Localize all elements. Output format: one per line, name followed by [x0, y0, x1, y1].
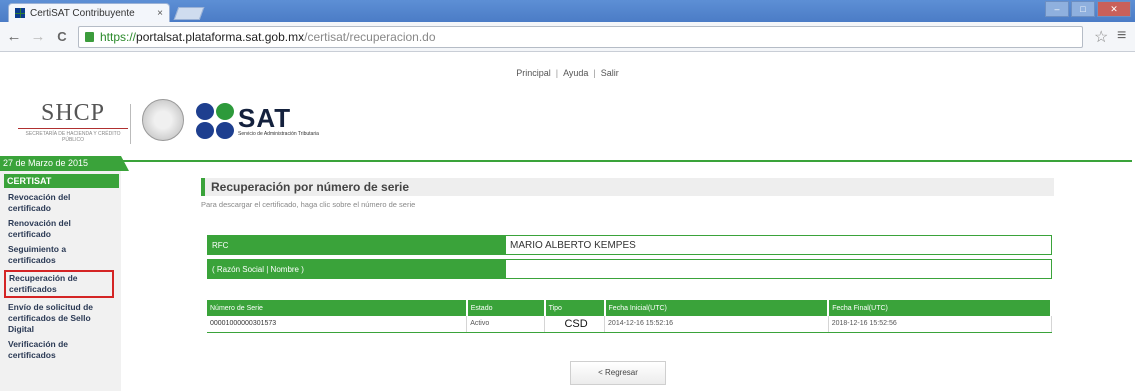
col-fecha-inicial: Fecha Inicial(UTC): [604, 300, 830, 316]
close-window-button[interactable]: ✕: [1097, 1, 1131, 17]
cell-fecha-final: 2018-12-16 15:52:56: [828, 316, 1052, 333]
sidebar-item-revocacion[interactable]: Revocación del certificado: [8, 192, 112, 214]
maximize-button[interactable]: □: [1071, 1, 1095, 17]
cell-fecha-inicial: 2014-12-16 15:52:16: [604, 316, 829, 333]
sidebar-item-envio-solicitud[interactable]: Envío de solicitud de certificados de Se…: [8, 302, 112, 335]
col-fecha-final: Fecha Final(UTC): [828, 300, 1052, 316]
lock-icon: [85, 32, 94, 42]
url-host: portalsat.plataforma.sat.gob.mx: [136, 30, 305, 44]
sidebar-item-recuperacion[interactable]: Recuperación de certificados: [4, 270, 114, 298]
forward-icon[interactable]: →: [28, 28, 48, 45]
taxpayer-info: RFC MARIO ALBERTO KEMPES ( Razón Social …: [207, 235, 1052, 283]
col-tipo: Tipo: [544, 300, 606, 316]
razon-social-row: ( Razón Social | Nombre ): [207, 259, 1052, 279]
main-content: Recuperación por número de serie Para de…: [201, 178, 1054, 209]
browser-toolbar: ← → C https:// portalsat.plataforma.sat.…: [0, 22, 1135, 52]
table-header-row: Número de Serie Estado Tipo Fecha Inicia…: [207, 300, 1052, 316]
browser-tab[interactable]: CertiSAT Contribuyente ×: [8, 3, 170, 22]
sat-logo-subtitle: Servicio de Administración Tributaria: [238, 131, 319, 137]
logo-divider: [130, 104, 131, 144]
sidebar-item-seguimiento[interactable]: Seguimiento a certificados: [8, 244, 112, 266]
top-nav: Principal | Ayuda | Salir: [0, 68, 1135, 78]
regresar-button[interactable]: < Regresar: [570, 361, 666, 385]
shcp-logo-subtitle: SECRETARÍA DE HACIENDA Y CRÉDITO PÚBLICO: [18, 128, 128, 143]
new-tab-button[interactable]: [173, 7, 205, 20]
col-estado: Estado: [466, 300, 546, 316]
cell-estado: Activo: [466, 316, 546, 333]
instruction-text: Para descargar el certificado, haga clic…: [201, 200, 416, 209]
sidebar-section-certisat: CERTISAT: [4, 174, 119, 188]
url-path: /certisat/recuperacion.do: [304, 30, 436, 44]
minimize-button[interactable]: –: [1045, 1, 1069, 17]
national-seal-icon: [142, 99, 184, 141]
sat-dots-icon: [196, 103, 234, 139]
tab-strip: CertiSAT Contribuyente × – □ ✕: [0, 0, 1135, 22]
browser-menu-icon[interactable]: ≡: [1117, 27, 1126, 45]
sat-logo-text: SAT: [238, 103, 292, 133]
razon-social-value: [506, 260, 1051, 278]
rfc-label: RFC: [208, 236, 506, 254]
rfc-row: RFC MARIO ALBERTO KEMPES: [207, 235, 1052, 255]
sidebar-date: 27 de Marzo de 2015: [0, 156, 129, 171]
razon-social-label: ( Razón Social | Nombre ): [208, 260, 506, 278]
col-numero-serie: Número de Serie: [207, 300, 468, 316]
nav-separator: |: [555, 68, 559, 78]
serial-number-link[interactable]: 00001000000301573: [207, 316, 468, 333]
tab-title: CertiSAT Contribuyente: [30, 7, 135, 19]
page-title: Recuperación por número de serie: [211, 180, 410, 194]
cell-tipo: CSD: [544, 316, 606, 333]
nav-salir[interactable]: Salir: [601, 68, 619, 78]
sidebar: 27 de Marzo de 2015 CERTISAT Revocación …: [0, 156, 129, 391]
address-bar[interactable]: https:// portalsat.plataforma.sat.gob.mx…: [78, 26, 1083, 48]
back-icon[interactable]: ←: [4, 28, 24, 45]
shcp-logo-text: SHCP: [40, 100, 106, 126]
tab-close-icon[interactable]: ×: [157, 8, 163, 19]
certificates-table: Número de Serie Estado Tipo Fecha Inicia…: [207, 300, 1052, 333]
sat-logo: SAT Servicio de Administración Tributari…: [196, 103, 319, 139]
section-header: Recuperación por número de serie: [201, 178, 1054, 196]
url-scheme: https://: [100, 30, 137, 44]
header-accent: [201, 178, 205, 196]
bookmark-star-icon[interactable]: ☆: [1094, 27, 1108, 47]
window-controls: – □ ✕: [1045, 1, 1131, 17]
header-divider: [120, 160, 1132, 162]
shcp-logo: SHCP SECRETARÍA DE HACIENDA Y CRÉDITO PÚ…: [18, 100, 128, 143]
sidebar-item-renovacion[interactable]: Renovación del certificado: [8, 218, 112, 240]
nav-separator: |: [593, 68, 596, 78]
reload-icon[interactable]: C: [52, 29, 72, 44]
table-row: 00001000000301573 Activo CSD 2014-12-16 …: [207, 316, 1052, 333]
browser-chrome: CertiSAT Contribuyente × – □ ✕ ← → C htt…: [0, 0, 1135, 52]
sat-favicon-icon: [15, 8, 25, 18]
nav-ayuda[interactable]: Ayuda: [563, 68, 588, 78]
sidebar-item-verificacion[interactable]: Verificación de certificados: [8, 339, 112, 361]
rfc-value: MARIO ALBERTO KEMPES: [506, 236, 1051, 254]
nav-principal[interactable]: Principal: [516, 68, 551, 78]
